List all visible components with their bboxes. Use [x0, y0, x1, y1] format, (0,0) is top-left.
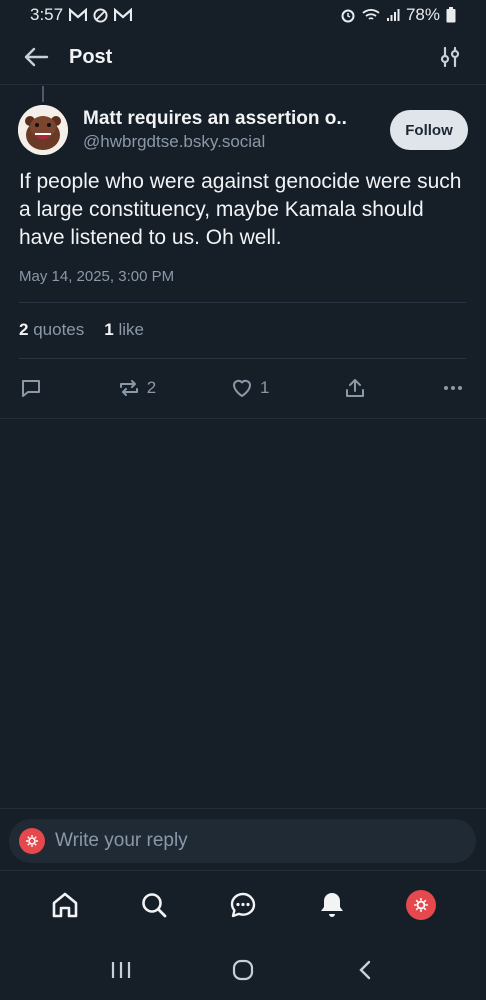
nav-search[interactable] [130, 881, 178, 929]
chat-icon [230, 892, 256, 917]
reply-composer-area [0, 808, 486, 870]
share-button[interactable] [343, 372, 367, 404]
home-circle-icon [232, 959, 254, 981]
notification-circle-icon [93, 7, 108, 23]
divider [19, 302, 466, 303]
more-icon [444, 386, 462, 390]
home-icon [52, 892, 77, 917]
follow-button[interactable]: Follow [390, 110, 468, 150]
reply-input[interactable] [55, 830, 435, 852]
nav-profile[interactable] [397, 881, 445, 929]
reply-composer[interactable] [9, 819, 476, 863]
quotes-label: quotes [33, 320, 85, 339]
divider [19, 358, 466, 359]
chevron-left-icon [359, 960, 371, 980]
status-bar: 3:57 78% [0, 0, 486, 30]
signal-icon [386, 9, 400, 21]
battery-icon [446, 7, 456, 23]
reply-icon [22, 380, 40, 397]
profile-avatar [406, 889, 437, 920]
system-navigation [0, 940, 486, 1000]
gear-badge-icon [26, 835, 38, 847]
author-avatar[interactable] [18, 105, 68, 155]
nav-chat[interactable] [219, 881, 267, 929]
heart-icon [233, 379, 251, 397]
status-time: 3:57 [30, 5, 64, 24]
alarm-icon [341, 9, 355, 23]
like-count: 1 [260, 378, 270, 397]
post-timestamp: May 14, 2025, 3:00 PM [19, 268, 175, 285]
back-system-button[interactable] [345, 950, 385, 990]
notification-m-icon [69, 8, 88, 21]
my-avatar [19, 828, 45, 854]
post-actions: 2 1 [19, 372, 465, 404]
share-icon [346, 379, 365, 397]
repost-icon [119, 380, 138, 396]
author-handle[interactable]: @hwbrgdtse.bsky.social [83, 132, 373, 152]
nav-home[interactable] [41, 881, 89, 929]
wifi-icon [362, 9, 380, 20]
search-icon [141, 892, 167, 917]
divider [0, 418, 486, 419]
recent-apps-icon [111, 962, 131, 978]
quotes-count: 2 [19, 320, 29, 339]
like-button[interactable]: 1 [230, 372, 269, 404]
bell-icon [321, 892, 344, 917]
post-body-text: If people who were against genocide were… [19, 170, 462, 249]
author-display-name[interactable]: Matt requires an assertion o.. [83, 108, 373, 130]
engagement-counts: 2 quotes 1 like [19, 320, 144, 340]
recent-apps-button[interactable] [101, 950, 141, 990]
battery-percent: 78% [405, 5, 440, 24]
home-system-button[interactable] [223, 950, 263, 990]
bear-avatar-image [18, 105, 68, 155]
repost-count: 2 [146, 378, 157, 397]
likes-label: like [118, 320, 144, 339]
gear-badge-icon [414, 897, 429, 912]
back-arrow-icon [24, 47, 49, 67]
reply-button[interactable] [19, 372, 43, 404]
likes-count-link[interactable]: 1 like [104, 320, 144, 340]
quotes-count-link[interactable]: 2 quotes [19, 320, 84, 340]
thread-settings-button[interactable] [434, 41, 466, 73]
likes-count: 1 [104, 320, 114, 339]
filter-icon [440, 46, 460, 68]
more-options-button[interactable] [441, 372, 465, 404]
top-bar: Post [0, 30, 486, 85]
back-button[interactable] [20, 41, 52, 73]
bottom-navigation [0, 870, 486, 938]
nav-notifications[interactable] [308, 881, 356, 929]
page-title: Post [69, 45, 113, 68]
post-author-row: Matt requires an assertion o.. @hwbrgdts… [18, 100, 468, 160]
notification-m-icon [114, 8, 133, 21]
repost-button[interactable]: 2 [117, 372, 156, 404]
